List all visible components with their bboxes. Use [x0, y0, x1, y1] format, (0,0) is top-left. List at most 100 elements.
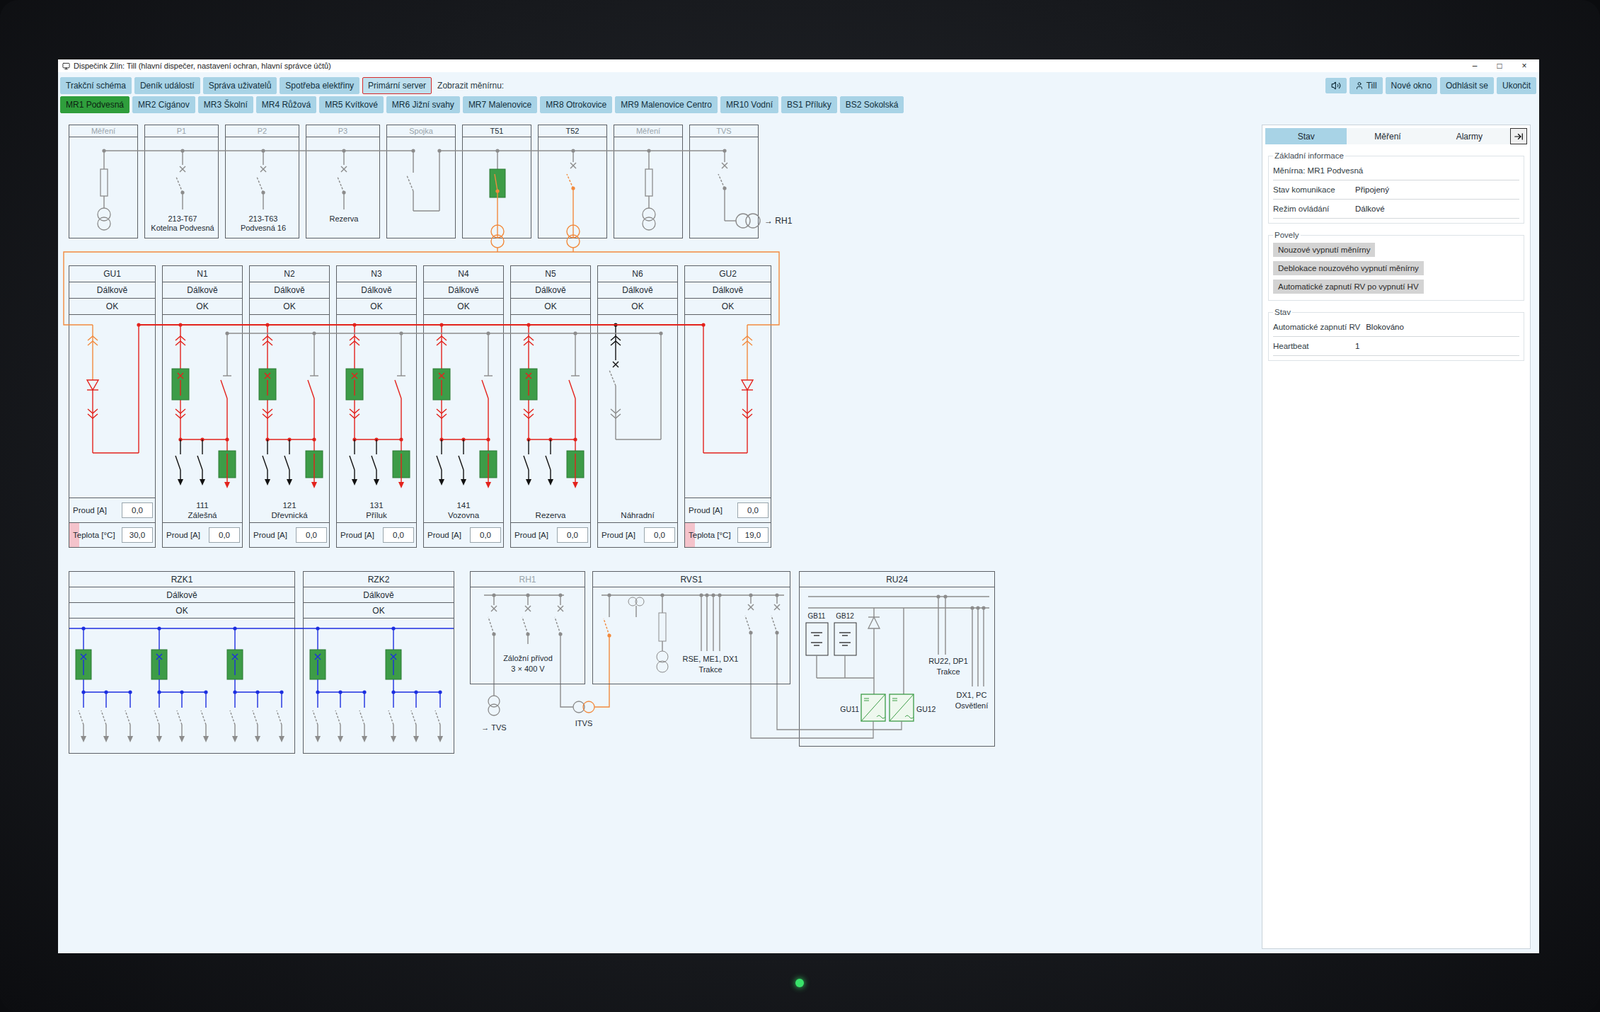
station-tab[interactable]: MR10 Vodní: [720, 96, 779, 114]
outlet-arrow-icon: [390, 735, 397, 743]
toolbar-button[interactable]: Deník událostí: [134, 77, 201, 95]
hv-bay[interactable]: P3Rezerva: [305, 124, 381, 239]
station-tab[interactable]: MR9 Malenovice Centro: [614, 96, 718, 114]
station-tab[interactable]: MR5 Kvítkové: [319, 96, 384, 114]
diode-icon: [741, 380, 753, 390]
dc-output-label: RU22, DP1: [928, 656, 969, 666]
auxiliary-branch: [745, 593, 754, 684]
draw-out-contact-icon: [523, 409, 534, 419]
outlet-arrow-icon: [311, 481, 318, 489]
distribution-board: RVS1RSE, ME1, DX1Trakce: [592, 571, 791, 685]
window-control[interactable]: □: [1488, 60, 1511, 71]
detail-tab[interactable]: Stav: [1265, 128, 1347, 145]
hv-bay[interactable]: P1213-T67Kotelna Podvesná: [144, 124, 219, 239]
outlet-arrow-icon: [80, 735, 87, 743]
detail-tab[interactable]: Měření: [1346, 128, 1429, 145]
station-tab[interactable]: BS2 Sokolská: [839, 96, 905, 114]
station-tab[interactable]: MR7 Malenovice: [462, 96, 538, 114]
measurement-row: Teplota [°C]30,0: [69, 522, 155, 548]
outlet-arrow-icon: [572, 481, 579, 489]
breaker-closed-icon: [75, 649, 92, 680]
outlet-arrow-icon: [156, 735, 163, 743]
bay-diagram: [462, 137, 531, 238]
switchgear-bay: N3DálkověOK131PřílukProud [A]0,0: [336, 265, 417, 548]
breaker-closed-icon: [259, 368, 276, 400]
collapse-panel-button[interactable]: [1510, 128, 1528, 145]
outlet-arrow-icon: [361, 735, 368, 743]
station-tab[interactable]: MR3 Školní: [198, 96, 254, 114]
junction-dot: [265, 322, 269, 327]
converter-icon: [861, 694, 886, 722]
detail-tab[interactable]: Alarmy: [1428, 128, 1511, 145]
hv-bay[interactable]: P2213-T63Podvesná 16: [225, 124, 300, 239]
transformer-icon: [573, 701, 585, 713]
dc-output: RU22, DP1Trakce: [928, 594, 969, 676]
bay-mode: Dálkově: [510, 282, 591, 299]
main-area: MěřeníP1213-T67Kotelna PodvesnáP2213-T63…: [58, 120, 1540, 954]
station-tab[interactable]: MR1 Podvesná: [60, 96, 130, 114]
battery-label: GB12: [835, 612, 855, 620]
breaker-cross-icon: [491, 605, 497, 612]
hv-bay[interactable]: TVS: [689, 124, 759, 239]
measurement-value: 0,0: [737, 502, 769, 519]
bay-caption: Rezerva: [510, 497, 591, 523]
bay-mode: Dálkově: [249, 282, 330, 299]
detail-tabs: StavMěřeníAlarmy: [1265, 128, 1528, 145]
window-control[interactable]: ×: [1513, 60, 1535, 71]
board-name: RZK2: [303, 571, 454, 588]
switchgear-bay: N2DálkověOK121DřevnickáProud [A]0,0: [249, 265, 330, 548]
bay-name: N4: [423, 266, 504, 283]
sound-button[interactable]: [1325, 77, 1347, 94]
battery: GB12: [834, 612, 857, 678]
action-button[interactable]: Till: [1349, 77, 1383, 95]
command-button[interactable]: Deblokace nouzového vypnutí měnírny: [1273, 261, 1424, 276]
draw-out-contact-icon: [262, 336, 273, 346]
toolbar-button[interactable]: Spotřeba elektřiny: [279, 77, 360, 95]
hv-bay-name: P1: [145, 125, 218, 138]
draw-out-contact-icon: [175, 409, 186, 419]
hv-bay[interactable]: Spojka: [386, 124, 456, 239]
itvs-label: ITVS: [575, 718, 593, 728]
action-button[interactable]: Odhlásit se: [1440, 77, 1494, 95]
distribution-diagram: [69, 618, 295, 753]
toolbar-button[interactable]: Primární server: [362, 77, 432, 95]
draw-out-contact-icon: [523, 336, 534, 346]
station-tab[interactable]: BS1 Příluky: [781, 96, 838, 114]
info-value: 1: [1355, 341, 1360, 351]
toolbar-button[interactable]: Správa uživatelů: [203, 77, 278, 95]
feeder-diagram: [510, 314, 591, 498]
outlet-feeder: [284, 439, 293, 486]
station-tab[interactable]: MR2 Cigánov: [132, 96, 196, 114]
outlet-arrow-icon: [337, 735, 344, 743]
battery: GB11: [806, 612, 828, 678]
info-row: Automatické zapnutí RVBlokováno: [1273, 317, 1520, 337]
outlet-feeder: [335, 689, 344, 743]
basic-info-group: Základní informaceMěnírna: MR1 PodvesnáS…: [1268, 151, 1525, 224]
hv-bay[interactable]: Měření: [613, 124, 683, 239]
toolbar-button[interactable]: Trakční schéma: [60, 77, 132, 95]
info-row: Stav komunikacePřipojený: [1273, 180, 1520, 200]
action-button[interactable]: Ukončit: [1496, 77, 1537, 95]
breaker-cross-icon: [747, 604, 754, 610]
command-button[interactable]: Automatické zapnutí RV po vypnutí HV: [1273, 279, 1424, 294]
breaker-cross-icon: [721, 162, 728, 169]
station-tab[interactable]: MR8 Otrokovice: [539, 96, 613, 114]
power-transformer-icon: [566, 225, 580, 252]
window-control[interactable]: –: [1464, 60, 1486, 71]
title-bar: Dispečink Zlín: Till (hlavní dispečer, n…: [58, 59, 1540, 73]
station-tab[interactable]: MR6 Jižní svahy: [386, 96, 460, 114]
measurement-row: Proud [A]0,0: [162, 522, 243, 548]
station-tab[interactable]: MR4 Růžová: [256, 96, 317, 114]
hv-bay[interactable]: Měření: [68, 124, 138, 239]
junction-dot: [352, 322, 356, 327]
converter-label: GU11: [839, 704, 860, 714]
state-group: StavAutomatické zapnutí RVBlokovánoHeart…: [1268, 307, 1525, 361]
hv-bay[interactable]: T52: [537, 124, 608, 239]
distribution-branch: [227, 626, 285, 743]
rectifier-diagram: [69, 314, 155, 498]
hv-bay[interactable]: T51: [462, 124, 532, 239]
breaker-closed-icon: [227, 649, 243, 680]
action-button[interactable]: Nové okno: [1385, 77, 1438, 95]
command-button[interactable]: Nouzové vypnutí měnírny: [1273, 242, 1375, 257]
bay-diagram: [538, 137, 607, 238]
